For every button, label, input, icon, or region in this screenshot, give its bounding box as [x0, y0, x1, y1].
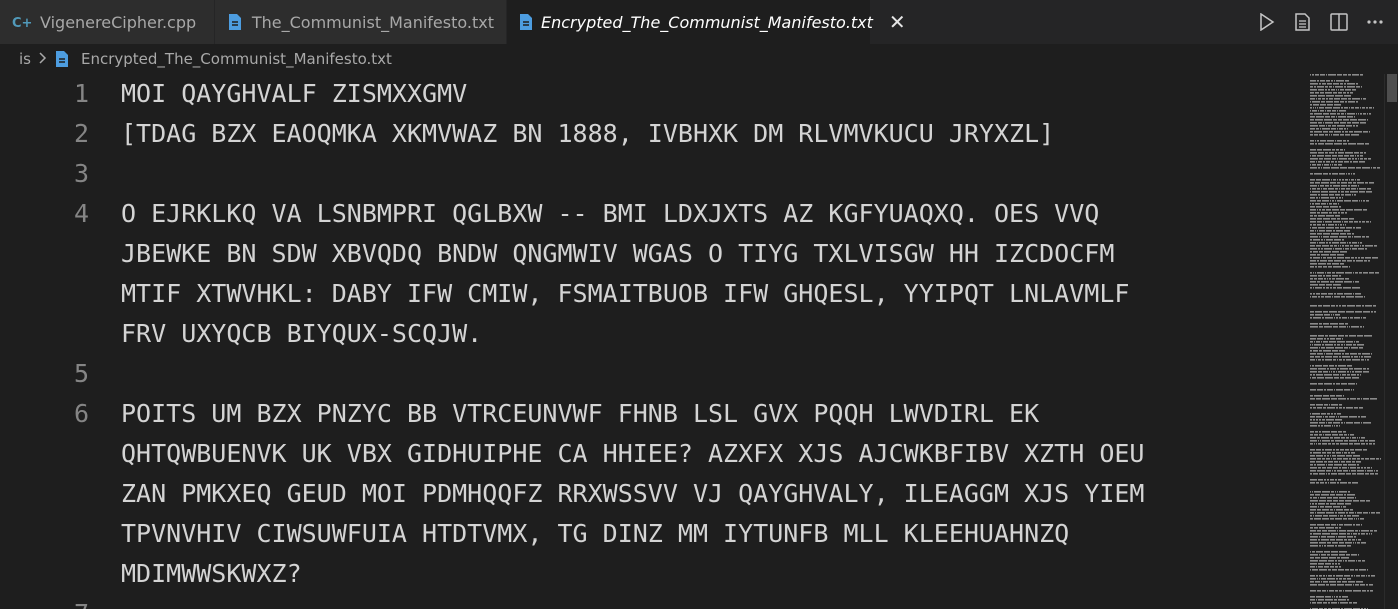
scrollbar-thumb[interactable] [1387, 74, 1397, 102]
text-file-icon [519, 12, 533, 32]
line-text: MTIF XTWVHKL: DABY IFW CMIW, FSMAITBUOB … [121, 279, 1130, 308]
breadcrumb-file[interactable]: Encrypted_The_Communist_Manifesto.txt [81, 50, 392, 68]
line-text: O EJRKLKQ VA LSNBMPRI QGLBXW -- BMI LDXJ… [121, 199, 1100, 228]
line-text: ZAN PMKXEQ GEUD MOI PDMHQQFZ RRXWSSVV VJ… [121, 479, 1145, 508]
line-number: 5 [73, 359, 89, 388]
text-file-icon [55, 50, 71, 68]
line-text: [TDAG BZX EAOQMKA XKMVWAZ BN 1888, IVBHX… [121, 119, 1055, 148]
line-text: POITS UM BZX PNZYC BB VTRCEUNVWF FHNB LS… [121, 399, 1040, 428]
tab-bar: C++ VigenereCipher.cpp The_Communist_Man… [0, 0, 1398, 44]
line-number: 3 [73, 159, 89, 188]
svg-text:C++: C++ [12, 16, 32, 29]
line-number: 4 [73, 199, 89, 228]
line-number: 6 [73, 399, 89, 428]
breadcrumb-folder[interactable]: is [19, 50, 31, 68]
open-preview-icon[interactable] [1294, 12, 1312, 32]
vertical-scrollbar[interactable] [1384, 74, 1398, 609]
breadcrumb: is Encrypted_The_Communist_Manifesto.txt [0, 44, 1300, 74]
line-text: FRV UXYQCB BIYQUX-SCQJW. [121, 319, 483, 348]
line-text: JBEWKE BN SDW XBVQDQ BNDW QNGMWIV WGAS O… [121, 239, 1115, 268]
line-text: TPVNVHIV CIWSUWFUIA HTDTVMX, TG DINZ MM … [121, 519, 1070, 548]
more-actions-icon[interactable] [1366, 12, 1384, 32]
text-file-icon [227, 12, 244, 32]
chevron-right-icon [39, 50, 47, 68]
tab-vigenere-cipher-cpp[interactable]: C++ VigenereCipher.cpp [0, 0, 215, 44]
line-number: 1 [73, 79, 89, 108]
minimap[interactable] [1304, 74, 1384, 609]
cpp-file-icon: C++ [12, 12, 32, 32]
tab-label: Encrypted_The_Communist_Manifesto.txt [541, 12, 873, 32]
line-number: 2 [73, 119, 89, 148]
editor-actions [1258, 0, 1398, 44]
close-icon[interactable]: ✕ [889, 10, 906, 34]
minimap-preview [1310, 74, 1381, 609]
tab-label: VigenereCipher.cpp [40, 12, 197, 32]
line-number: 7 [0, 594, 89, 609]
tab-encrypted-communist-manifesto-txt[interactable]: Encrypted_The_Communist_Manifesto.txt ✕ [507, 0, 906, 44]
line-text: MOI QAYGHVALF ZISMXXGMV [121, 79, 468, 108]
run-icon[interactable] [1258, 12, 1276, 32]
tab-communist-manifesto-txt[interactable]: The_Communist_Manifesto.txt [215, 0, 507, 44]
split-editor-icon[interactable] [1330, 12, 1348, 32]
tab-label: The_Communist_Manifesto.txt [251, 12, 494, 32]
line-text: MDIMWWSKWXZ? [121, 559, 302, 588]
line-text: QHTQWBUENVK UK VBX GIDHUIPHE CA HHIEE? A… [121, 439, 1145, 468]
text-editor[interactable]: 1 MOI QAYGHVALF ZISMXXGMV 2 [TDAG BZX EAOQ… [0, 74, 1304, 609]
